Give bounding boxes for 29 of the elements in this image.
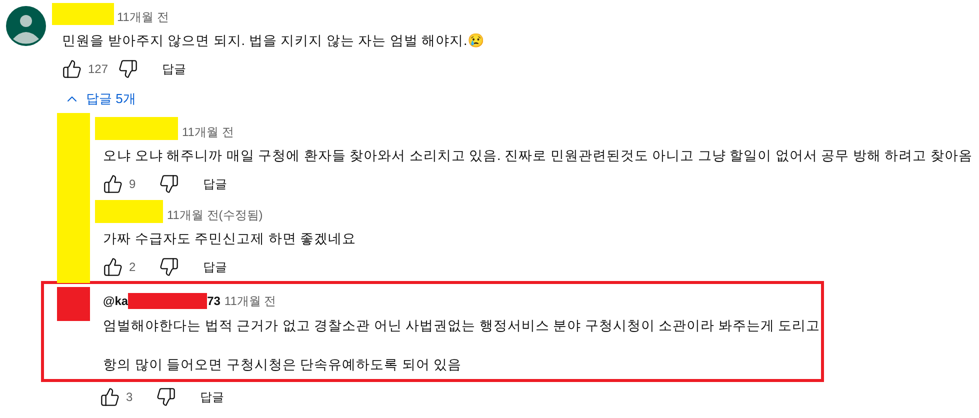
like-icon[interactable] — [103, 256, 123, 276]
dislike-icon[interactable] — [159, 174, 179, 194]
like-icon[interactable] — [100, 386, 120, 406]
comment-time: 11개월 전 — [117, 9, 169, 25]
comment-text: 오냐 오냐 해주니까 매일 구청에 환자들 찾아와서 소리치고 있음. 진짜로 민원관련된것도 아니고 그냥 할일이 없어서 공무 방해 하려고 찾아옴 — [103, 146, 972, 164]
reply-button[interactable]: 답글 — [200, 388, 224, 406]
comment-text: 엄벌해야한다는 법적 근거가 없고 경찰소관 어닌 사법권없는 행정서비스 분야 구청시청이 소관이라 봐주는게 도리고 — [103, 316, 820, 334]
comment-time: 11개월 전(수정됨) — [167, 206, 263, 222]
like-count: 2 — [129, 258, 137, 276]
comment-text: 민원을 받아주지 않으면 되지. 법을 지키지 않는 자는 엄벌 해야지.😢 — [62, 32, 484, 50]
reply-button[interactable]: 답글 — [203, 174, 227, 192]
comment-text: 항의 많이 들어오면 구청시청은 단속유예하도록 되어 있음 — [103, 356, 463, 374]
like-count: 127 — [88, 61, 110, 78]
like-icon[interactable] — [62, 59, 82, 79]
user-handle: @ka — [103, 292, 128, 310]
avatar — [6, 6, 46, 46]
user-handle: 73 — [207, 292, 220, 310]
like-count: 3 — [126, 388, 134, 406]
comment-time: 11개월 전 — [224, 292, 276, 310]
dislike-icon[interactable] — [159, 256, 179, 276]
reply-button[interactable]: 답글 — [203, 258, 227, 276]
reply-button[interactable]: 답글 — [162, 60, 186, 78]
dislike-icon[interactable] — [118, 59, 138, 79]
dislike-icon[interactable] — [156, 386, 176, 406]
comment-text: 가짜 수급자도 주민신고제 하면 좋겠네요 — [103, 230, 358, 248]
replies-toggle[interactable]: 답글 5개 — [64, 89, 136, 108]
like-icon[interactable] — [103, 174, 123, 194]
comment-time: 11개월 전 — [182, 124, 234, 140]
like-count: 9 — [129, 176, 137, 192]
